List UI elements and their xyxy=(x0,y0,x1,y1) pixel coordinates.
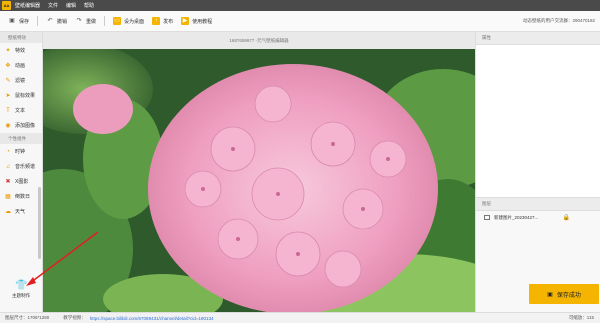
zoom-level: 可缩放：115 xyxy=(568,315,594,320)
layers-header: 图层 xyxy=(476,198,600,211)
status-bar: 图层尺寸：1706*1280 教学视频： https://space.bilib… xyxy=(0,312,600,323)
layer-size: 图层尺寸：1706*1280 xyxy=(5,315,50,320)
lock-icon[interactable]: 🔒 xyxy=(563,214,570,221)
video-label: 教学视频： xyxy=(63,315,86,320)
video-link[interactable]: https://space.bilibili.com/67088431/chan… xyxy=(90,316,214,321)
layer-item[interactable]: 新建图片_20230427... 🔒 xyxy=(476,211,600,224)
right-panel: 属性 图层 新建图片_20230427... 🔒 ▣ 保存成功 xyxy=(475,32,600,312)
image-icon xyxy=(484,215,490,220)
save-success-button[interactable]: ▣ 保存成功 xyxy=(529,284,599,304)
save-icon: ▣ xyxy=(547,291,553,298)
properties-body xyxy=(476,45,600,198)
properties-header: 属性 xyxy=(476,32,600,45)
